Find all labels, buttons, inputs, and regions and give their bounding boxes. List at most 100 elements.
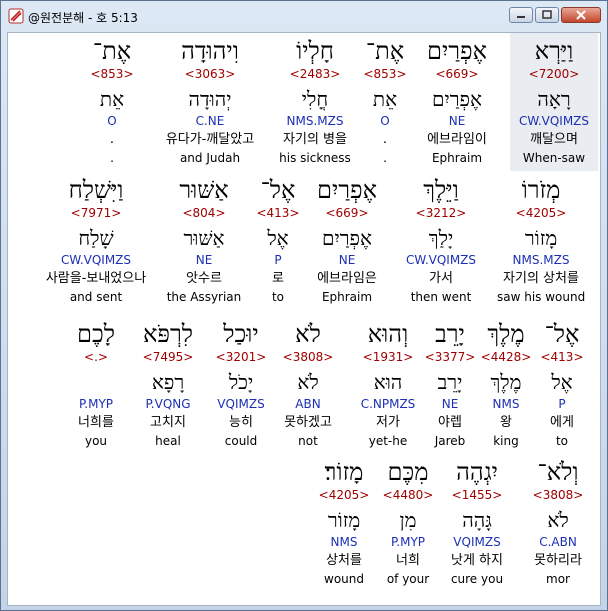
lexical-form: יָכֹל <box>228 370 254 394</box>
strongs-number: <3212> <box>415 206 467 220</box>
lexical-form: אַשּׁוּר <box>183 226 225 250</box>
korean-gloss: 못하겠고 <box>284 415 332 430</box>
english-gloss: you <box>84 434 108 448</box>
app-window: @원전분해 - 호 5:13 וַיַּרְא <7200> רָאָה CW.VQI… <box>0 0 608 611</box>
hebrew-word: וַיִּשְׁלַח <box>68 176 124 204</box>
grammar-code: P.VQNG <box>145 397 191 411</box>
verse-row: וַיַּרְא <7200> רָאָה CW.VQIMZS 깨달으며 When-saw… <box>8 33 600 183</box>
maximize-icon <box>542 10 552 19</box>
verse-row: וְלֹא־ <3808> לֹא C.ABN 못하리라 mor יִגְהֶה <1455>… <box>8 454 600 604</box>
word-cell[interactable]: וִיהוּדָה <3063> יְהוּדָה C.NE 유다가-깨달았고 and J… <box>150 33 270 171</box>
grammar-code: C.ABN <box>539 535 577 549</box>
minimize-icon <box>517 16 525 18</box>
hebrew-word: וְהוּא <box>367 320 409 348</box>
app-icon <box>8 8 24 24</box>
korean-gloss: 고치지 <box>150 415 186 430</box>
word-cell[interactable]: אַשּׁוּר <804> אַשּׁוּר NE 앗수르 the Assyrian <box>160 172 248 310</box>
word-cell[interactable]: וַיִּשְׁלַח <7971> שָׁלַח CW.VQIMZS 사람을-보내었으… <box>31 172 161 310</box>
word-cell[interactable]: וְלֹא־ <3808> לֹא C.ABN 못하리라 mor <box>514 454 600 592</box>
strongs-number: <3808> <box>532 488 584 502</box>
english-gloss: wound <box>324 572 364 586</box>
english-gloss: and sent <box>69 290 123 304</box>
hebrew-word: לֹא <box>295 320 321 348</box>
interlinear-panel: וַיַּרְא <7200> רָאָה CW.VQIMZS 깨달으며 When-saw… <box>7 32 601 606</box>
strongs-number: <4205> <box>515 206 567 220</box>
lexical-form: חֳלִי <box>301 87 329 111</box>
grammar-code: NMS <box>330 535 358 549</box>
lexical-form: יָלַךְ <box>428 226 454 250</box>
english-gloss: could <box>224 434 258 448</box>
word-cell[interactable]: וְהוּא <1931> הוּא C.NPMZS 저가 yet-he <box>352 316 424 454</box>
hebrew-word: לִרְפֹּא <box>143 320 193 348</box>
english-gloss: yet-he <box>368 434 408 448</box>
close-button[interactable] <box>561 7 601 23</box>
english-gloss: heal <box>155 434 181 448</box>
lexical-form: אֵת <box>99 87 125 111</box>
hebrew-word: וְלֹא־ <box>537 458 579 486</box>
word-cell[interactable]: לִרְפֹּא <7495> רָפָא P.VQNG 고치지 heal <box>132 316 204 454</box>
word-cell[interactable]: מְזֹרוֹ <4205> מָזוֹר NMS.MZS 자기의 상처를 saw his… <box>497 172 585 310</box>
minimize-button[interactable] <box>509 7 533 23</box>
english-gloss: then went <box>410 290 472 304</box>
word-cell[interactable]: לֹא <3808> לֹא ABN 못하겠고 not <box>272 316 344 454</box>
hebrew-word: מָזוֹר׃ <box>324 458 364 486</box>
korean-gloss: 상처를 <box>326 553 362 568</box>
grammar-code: CW.VQIMZS <box>405 253 477 267</box>
title-bar[interactable]: @원전분해 - 호 5:13 <box>1 1 607 31</box>
korean-gloss: 저가 <box>376 415 400 430</box>
word-cell[interactable]: אֶת־ <853> אֵת O.. <box>68 33 156 171</box>
hebrew-word: חָלְיוֹ <box>296 37 334 65</box>
word-cell[interactable]: לָכֶם <.> P.MYP 너희를 you <box>60 316 132 454</box>
verse-row: מְזֹרוֹ <4205> מָזוֹר NMS.MZS 자기의 상처를 saw his… <box>8 172 600 322</box>
window-title: @원전분해 - 호 5:13 <box>28 11 138 25</box>
maximize-button[interactable] <box>535 7 559 23</box>
grammar-code: NE <box>195 253 213 267</box>
strongs-number: <3201> <box>215 350 267 364</box>
lexical-form: יְהוּדָה <box>188 87 232 111</box>
hebrew-word: וַיֵּלֶךְ <box>423 176 459 204</box>
strongs-number: <853> <box>90 67 134 81</box>
word-cell[interactable]: יוּכַל <3201> יָכֹל VQIMZS 능히 could <box>205 316 277 454</box>
english-gloss: . <box>110 151 114 165</box>
korean-gloss: 너희를 <box>78 415 114 430</box>
grammar-code: C.NPMZS <box>360 397 416 411</box>
lexical-form: רָפָא <box>151 370 185 394</box>
grammar-code: O <box>107 114 117 128</box>
lexical-form: לֹא <box>297 370 319 394</box>
hebrew-word: מְזֹרוֹ <box>521 176 561 204</box>
lexical-form: מָזוֹר <box>524 226 558 250</box>
word-cell[interactable]: מָזוֹר׃ <4205> מָזוֹר NMS 상처를 wound <box>300 454 388 592</box>
close-icon <box>576 10 586 20</box>
english-gloss: his sickness <box>279 151 351 165</box>
strongs-number: <3063> <box>184 67 236 81</box>
korean-gloss: 능히 <box>229 415 253 430</box>
korean-gloss: 가서 <box>429 271 453 286</box>
korean-gloss: . <box>109 132 115 147</box>
english-gloss: and Judah <box>179 151 241 165</box>
word-cell-selected[interactable]: וַיַּרְא <7200> רָאָה CW.VQIMZS 깨달으며 When-saw <box>510 33 598 171</box>
strongs-number: <3808> <box>282 350 334 364</box>
grammar-code: NMS.MZS <box>512 253 570 267</box>
korean-gloss: 못하리라 <box>534 553 582 568</box>
grammar-code: CW.VQIMZS <box>60 253 132 267</box>
strongs-number: <7495> <box>142 350 194 364</box>
hebrew-word: לָכֶם <box>77 320 115 348</box>
lexical-form: רָאָה <box>537 87 571 111</box>
strongs-number: <.> <box>84 350 108 364</box>
lexical-form: הוּא <box>373 370 403 394</box>
word-cell[interactable]: חָלְיוֹ <2483> חֳלִי NMS.MZS 자기의 병을 his sickn… <box>271 33 359 171</box>
word-cell[interactable]: וַיֵּלֶךְ <3212> יָלַךְ CW.VQIMZS 가서 then wen… <box>397 172 485 310</box>
strongs-number: <804> <box>182 206 226 220</box>
grammar-code: NMS.MZS <box>286 114 344 128</box>
grammar-code: ABN <box>295 397 321 411</box>
grammar-code: VQIMZS <box>217 397 265 411</box>
lexical-form: מָזוֹר <box>327 508 361 532</box>
strongs-number: <7971> <box>70 206 122 220</box>
verse-row: אֶל־ <413> אֶל P 에게 to מֶלֶךְ <4428> מֶלֶךְ NMS 왕 k… <box>8 316 600 466</box>
english-gloss: not <box>298 434 318 448</box>
strongs-number: <4205> <box>318 488 370 502</box>
hebrew-word: יוּכַל <box>223 320 259 348</box>
lexical-form: שָׁלַח <box>78 226 114 250</box>
english-gloss: When-saw <box>522 151 586 165</box>
lexical-form: לֹא <box>547 508 569 532</box>
